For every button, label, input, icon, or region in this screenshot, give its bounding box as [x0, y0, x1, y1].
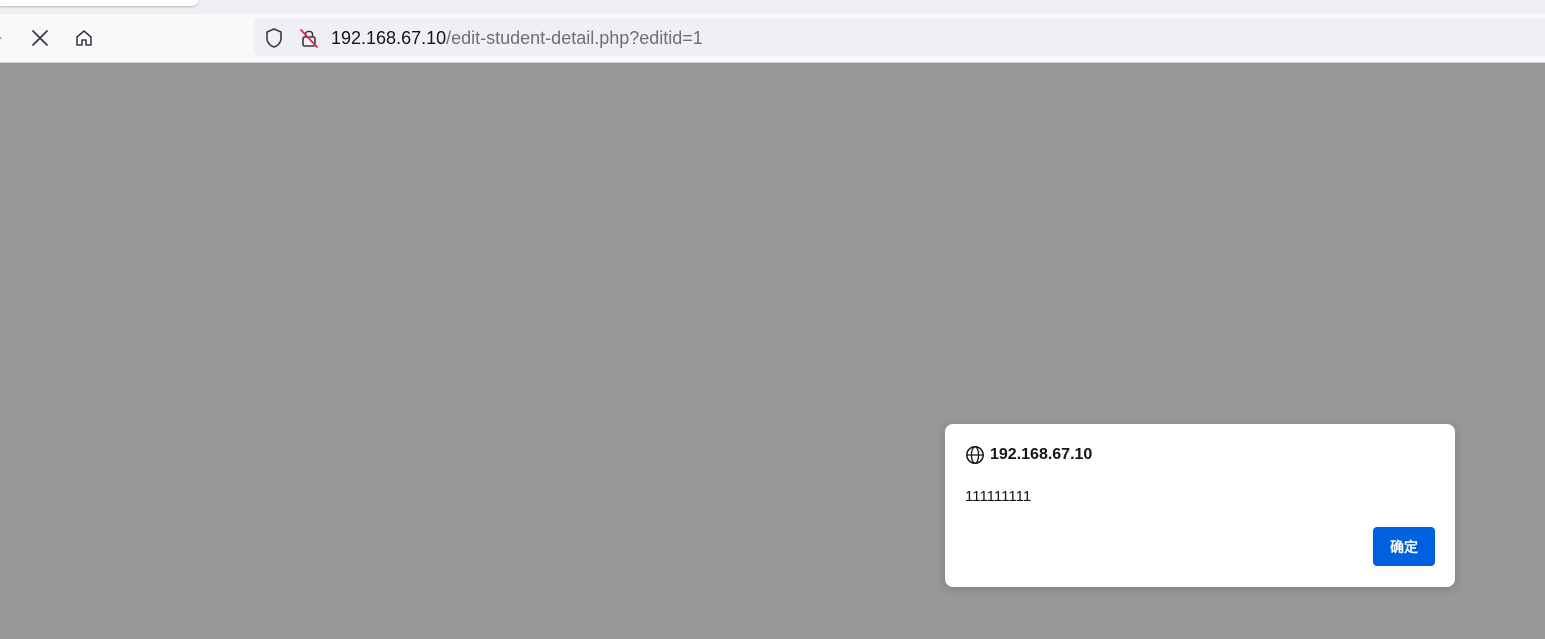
dialog-origin: 192.168.67.10	[990, 446, 1093, 463]
dialog-header: 192.168.67.10	[965, 444, 1092, 466]
stop-button[interactable]	[26, 24, 54, 52]
globe-icon	[965, 445, 985, 465]
ok-button[interactable]: 确定	[1373, 527, 1435, 566]
insecure-lock-icon[interactable]	[298, 27, 320, 49]
home-button[interactable]	[70, 24, 98, 52]
forward-icon[interactable]	[0, 34, 5, 42]
stop-icon	[32, 30, 48, 46]
tab-strip	[0, 0, 1545, 14]
url-path: /edit-student-detail.php?editid=1	[446, 28, 703, 48]
url-text[interactable]: 192.168.67.10/edit-student-detail.php?ed…	[331, 28, 703, 48]
active-tab[interactable]	[0, 0, 198, 6]
tracking-shield-icon[interactable]	[263, 27, 285, 49]
address-bar[interactable]: 192.168.67.10/edit-student-detail.php?ed…	[254, 18, 1545, 56]
home-icon	[76, 30, 92, 46]
navigation-toolbar: 192.168.67.10/edit-student-detail.php?ed…	[0, 14, 1545, 63]
url-host: 192.168.67.10	[331, 28, 447, 48]
dialog-message: 111111111	[965, 488, 1032, 505]
alert-dialog: 192.168.67.10 111111111 确定	[945, 424, 1455, 587]
